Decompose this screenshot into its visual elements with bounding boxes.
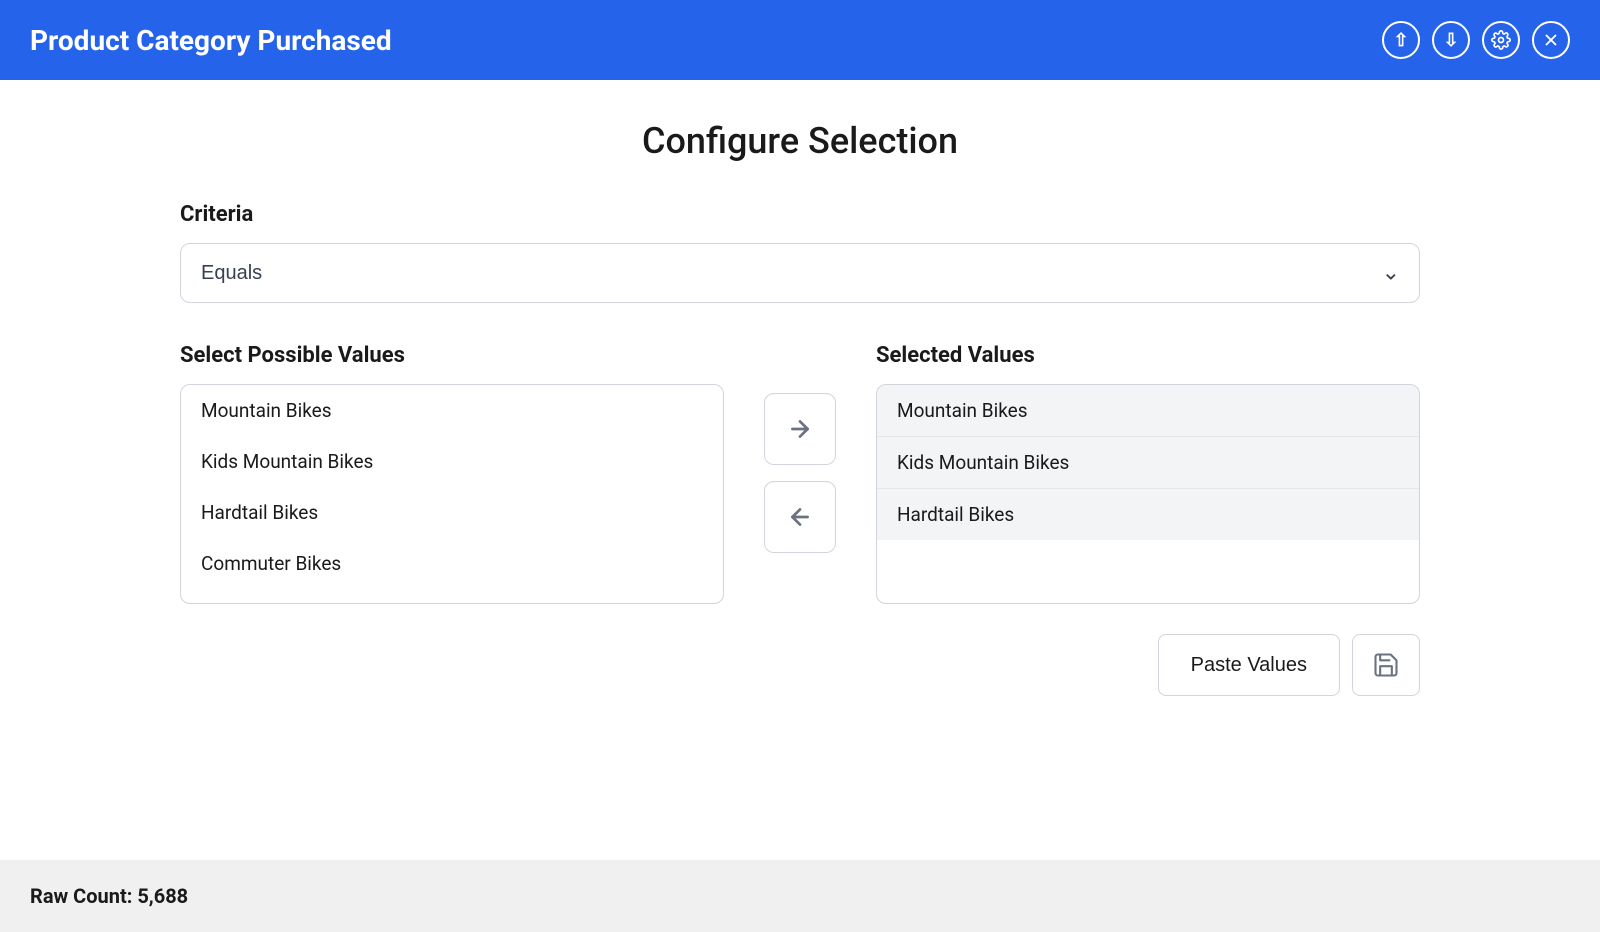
settings-button[interactable] <box>1482 21 1520 59</box>
values-layout: Select Possible Values Mountain Bikes Ki… <box>180 343 1420 604</box>
selected-list-item[interactable]: Mountain Bikes <box>877 385 1419 437</box>
transfer-right-button[interactable] <box>764 393 836 465</box>
main-content: Configure Selection Criteria Equals Not … <box>0 80 1600 860</box>
configure-selection-title: Configure Selection <box>180 120 1420 162</box>
paste-values-button[interactable]: Paste Values <box>1158 634 1340 696</box>
header: Product Category Purchased ⇧ ⇩ <box>0 0 1600 80</box>
save-button[interactable] <box>1352 634 1420 696</box>
transfer-buttons-group <box>724 343 876 553</box>
footer: Raw Count: 5,688 <box>0 860 1600 932</box>
header-icon-group: ⇧ ⇩ <box>1382 21 1570 59</box>
list-item[interactable]: Road Bikes <box>181 589 723 604</box>
possible-values-label: Select Possible Values <box>180 343 724 368</box>
criteria-dropdown-wrapper: Equals Not Equals Contains Does Not Cont… <box>180 243 1420 303</box>
transfer-left-button[interactable] <box>764 481 836 553</box>
selected-values-section: Selected Values Mountain Bikes Kids Moun… <box>876 343 1420 604</box>
criteria-section: Criteria Equals Not Equals Contains Does… <box>180 202 1420 303</box>
raw-count-label: Raw Count: 5,688 <box>30 884 188 908</box>
criteria-label: Criteria <box>180 202 1420 227</box>
close-button[interactable] <box>1532 21 1570 59</box>
list-item[interactable]: Commuter Bikes <box>181 538 723 589</box>
page-title: Product Category Purchased <box>30 24 392 57</box>
criteria-select[interactable]: Equals Not Equals Contains Does Not Cont… <box>180 243 1420 303</box>
selected-values-label: Selected Values <box>876 343 1420 368</box>
selected-list-item[interactable]: Hardtail Bikes <box>877 489 1419 540</box>
action-buttons: Paste Values <box>180 634 1420 696</box>
selected-list-item[interactable]: Kids Mountain Bikes <box>877 437 1419 489</box>
possible-values-section: Select Possible Values Mountain Bikes Ki… <box>180 343 724 604</box>
list-item[interactable]: Mountain Bikes <box>181 385 723 436</box>
chevron-down-button[interactable]: ⇩ <box>1432 21 1470 59</box>
list-item[interactable]: Kids Mountain Bikes <box>181 436 723 487</box>
selected-values-list[interactable]: Mountain Bikes Kids Mountain Bikes Hardt… <box>876 384 1420 604</box>
possible-values-list[interactable]: Mountain Bikes Kids Mountain Bikes Hardt… <box>180 384 724 604</box>
chevron-up-button[interactable]: ⇧ <box>1382 21 1420 59</box>
list-item[interactable]: Hardtail Bikes <box>181 487 723 538</box>
